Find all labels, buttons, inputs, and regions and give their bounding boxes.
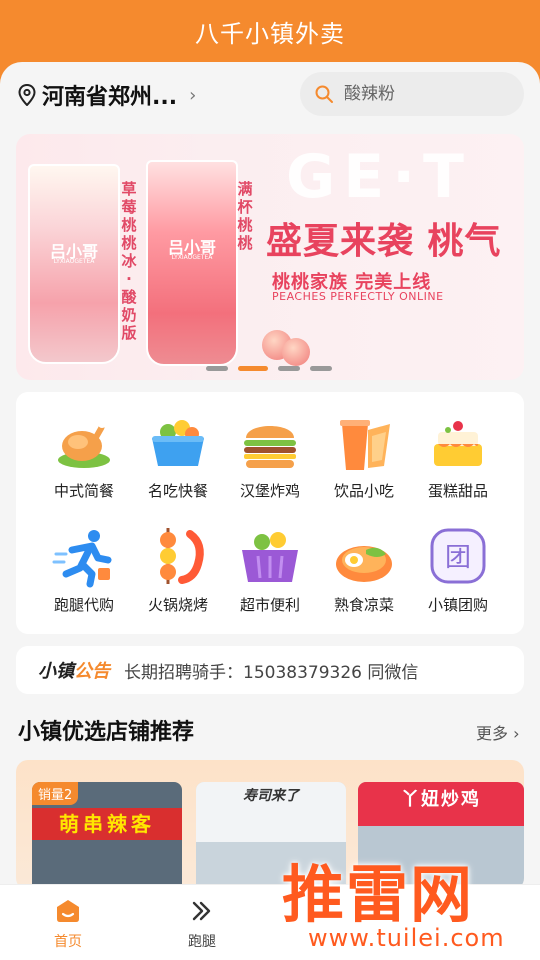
errand-icon (192, 901, 211, 921)
home-icon (57, 900, 79, 922)
category-label: 跑腿代购 (53, 596, 114, 614)
runner-icon (52, 530, 112, 588)
notice-message: 长期招聘骑手：15038379326 同微信 (124, 662, 419, 683)
more-label: 更多 (476, 724, 509, 743)
store-sign: 萌串辣客 (32, 808, 182, 840)
section-title: 小镇优选店铺推荐 (18, 720, 195, 745)
chevron-right-icon: › (513, 724, 520, 743)
search-input[interactable] (344, 84, 504, 104)
app-title: 八千小镇外卖 (195, 20, 345, 48)
location-pin-icon (18, 84, 36, 106)
category-item[interactable]: 跑腿代购 (34, 524, 134, 615)
category-grid: 中式简餐 名吃快餐 汉堡炸鸡 饮品小吃 蛋糕甜品 跑腿代购 火锅烧烤 超市便利 … (16, 392, 524, 634)
cup-logo-sub: LYXIAOGETEA (53, 258, 95, 265)
location-selector[interactable]: 河南省郑州... › (18, 80, 196, 110)
category-item[interactable]: 团 小镇团购 (408, 524, 508, 615)
banner-subline-en: PEACHES PERFECTLY ONLINE (272, 290, 444, 303)
location-text: 河南省郑州... (42, 85, 178, 110)
sales-badge: 销量2 (32, 782, 79, 805)
watermark-url: www.tuilei.com (308, 924, 505, 952)
store-sign: 寿司来了 (196, 782, 346, 842)
category-item[interactable]: 中式简餐 (34, 410, 134, 501)
category-label: 汉堡炸鸡 (239, 482, 300, 500)
chevron-right-icon: › (189, 84, 197, 106)
tab-errand[interactable]: 跑腿 (152, 897, 252, 951)
category-label: 中式简餐 (53, 482, 114, 500)
cold-dish-icon (336, 546, 392, 582)
notice-tag-part1: 小镇 (38, 661, 74, 682)
watermark-text: 推雷网 (282, 858, 475, 931)
category-label: 蛋糕甜品 (427, 482, 488, 500)
watermark: 推雷网 www.tuilei.com (278, 840, 540, 960)
carousel-dot-active[interactable] (238, 366, 268, 371)
notice-tag-part2: 公告 (74, 661, 110, 682)
group-buy-icon: 团 (430, 528, 486, 584)
roast-chicken-icon (58, 420, 110, 468)
cup2-label: 满杯桃桃 (237, 180, 253, 252)
cake-icon (434, 421, 482, 466)
category-item[interactable]: 蛋糕甜品 (408, 410, 508, 501)
category-item[interactable]: 熟食凉菜 (314, 524, 414, 615)
search-icon (315, 85, 333, 103)
category-label: 饮品小吃 (333, 482, 394, 500)
food-bowl-icon (152, 420, 204, 466)
category-label: 熟食凉菜 (333, 596, 394, 614)
category-item[interactable]: 汉堡炸鸡 (220, 410, 320, 501)
category-label: 火锅烧烤 (147, 596, 208, 614)
tab-home[interactable]: 首页 (18, 897, 118, 951)
drink-cup-icon (340, 420, 390, 470)
carousel-dot[interactable] (206, 366, 228, 371)
drink-cup-image: 吕小哥 LYXIAOGETEA (28, 164, 120, 364)
carousel-dot[interactable] (310, 366, 332, 371)
carousel-dot[interactable] (278, 366, 300, 371)
category-item[interactable]: 饮品小吃 (314, 410, 414, 501)
shopping-basket-icon (242, 532, 298, 582)
category-label: 名吃快餐 (147, 482, 208, 500)
cup1-label: 草莓桃桃冰·酸奶版 (121, 180, 137, 342)
banner-bg-text: GE·T (286, 142, 472, 212)
tab-label: 跑腿 (188, 934, 216, 950)
category-label: 小镇团购 (427, 596, 488, 614)
search-box[interactable] (300, 72, 524, 116)
notice-bar[interactable]: 小镇 公告 长期招聘骑手：15038379326 同微信 (16, 646, 524, 694)
cup-logo-sub: LYXIAOGETEA (171, 254, 213, 261)
svg-text:团: 团 (445, 543, 471, 573)
tab-label: 首页 (54, 934, 82, 950)
peach-image (282, 338, 310, 366)
promo-banner[interactable]: GE·T 吕小哥 LYXIAOGETEA 草莓桃桃冰·酸奶版 吕小哥 LYXIA… (16, 134, 524, 380)
store-sign: 丫妞炒鸡 (358, 782, 524, 826)
burger-icon (244, 426, 296, 468)
category-item[interactable]: 火锅烧烤 (128, 524, 228, 615)
carousel-indicator (206, 366, 332, 371)
category-item[interactable]: 超市便利 (220, 524, 320, 615)
more-link[interactable]: 更多 › (476, 720, 520, 744)
category-label: 超市便利 (239, 596, 300, 614)
category-item[interactable]: 名吃快餐 (128, 410, 228, 501)
drink-cup-image: 吕小哥 LYXIAOGETEA (146, 160, 238, 366)
banner-headline: 盛夏来袭 桃气 (266, 221, 502, 262)
skewer-shrimp-icon (160, 528, 204, 584)
